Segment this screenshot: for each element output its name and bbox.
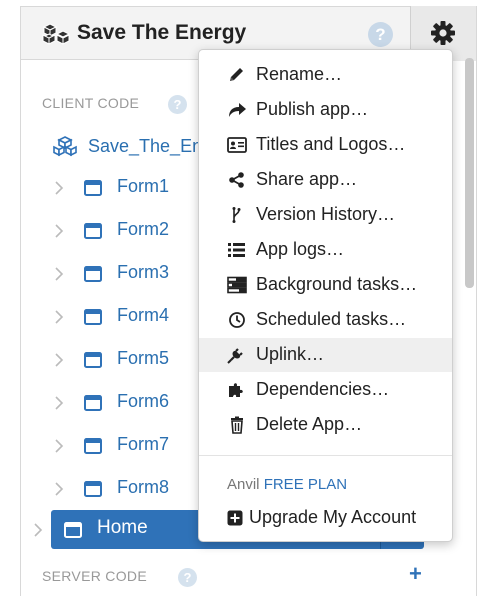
- menu-item-label: Dependencies…: [256, 379, 390, 399]
- app-title: Save The Energy: [77, 21, 247, 44]
- menu-item-label: Rename…: [256, 64, 343, 84]
- menu-item-label: Delete App…: [256, 414, 363, 434]
- form-icon: [64, 522, 82, 538]
- form-icon: [84, 309, 102, 325]
- upgrade-account-item[interactable]: Upgrade My Account: [199, 503, 452, 535]
- chevron-right-icon[interactable]: [54, 310, 64, 324]
- menu-item-label: App logs…: [256, 239, 345, 259]
- menu-item[interactable]: Titles and Logos…: [199, 128, 452, 162]
- puzzle-icon: [227, 381, 247, 399]
- menu-item[interactable]: Background tasks…: [199, 268, 452, 302]
- plan-name[interactable]: FREE PLAN: [264, 476, 347, 493]
- form-icon: [84, 180, 102, 196]
- chevron-right-icon[interactable]: [54, 267, 64, 281]
- app-settings-menu: Rename… Publish app… Titles and Logos… Shar…: [198, 49, 453, 542]
- form-icon: [84, 223, 102, 239]
- menu-item[interactable]: Scheduled tasks…: [199, 303, 452, 337]
- tree-row-label: Form1: [117, 176, 170, 196]
- form-icon: [84, 438, 102, 454]
- tree-row-label: Home: [97, 517, 148, 538]
- share-arrow-icon: [227, 101, 247, 119]
- chevron-right-icon[interactable]: [54, 353, 64, 367]
- tasks-icon: [227, 276, 247, 294]
- tree-row-label: Form4: [117, 305, 170, 325]
- form-icon: [84, 481, 102, 497]
- menu-item[interactable]: Version History…: [199, 198, 452, 232]
- plug-icon: [227, 346, 247, 364]
- chevron-right-icon[interactable]: [54, 224, 64, 238]
- chevron-right-icon[interactable]: [54, 482, 64, 496]
- tree-row-label: Form5: [117, 348, 170, 368]
- plan-info: Anvil FREE PLAN: [227, 476, 347, 493]
- clock-icon: [227, 311, 247, 329]
- menu-item-label: Titles and Logos…: [256, 134, 406, 154]
- share-nodes-icon: [227, 171, 247, 189]
- tree-row-label: Form2: [117, 219, 170, 239]
- help-icon[interactable]: ?: [368, 22, 393, 47]
- chevron-right-icon[interactable]: [54, 181, 64, 195]
- gear-icon: [431, 21, 455, 45]
- menu-item[interactable]: Dependencies…: [199, 373, 452, 407]
- sidebar-scrollbar[interactable]: [465, 58, 474, 288]
- tree-row-label: Form6: [117, 391, 170, 411]
- menu-item[interactable]: Publish app…: [199, 93, 452, 127]
- menu-item-label: Scheduled tasks…: [256, 309, 407, 329]
- client-code-help-icon[interactable]: ?: [168, 95, 187, 114]
- menu-item-label: Publish app…: [256, 99, 369, 119]
- list-icon: [227, 241, 247, 259]
- client-package-label: Save_The_En: [88, 136, 203, 156]
- menu-item-label: Uplink…: [256, 344, 325, 364]
- client-code-heading: CLIENT CODE: [42, 95, 140, 111]
- chevron-right-icon[interactable]: [33, 523, 43, 537]
- menu-item[interactable]: Delete App…: [199, 408, 452, 442]
- menu-item[interactable]: Rename…: [199, 58, 452, 92]
- app-cubes-icon: [42, 23, 70, 45]
- menu-divider: [199, 455, 452, 456]
- add-server-module-button[interactable]: +: [409, 561, 422, 587]
- form-icon: [84, 352, 102, 368]
- server-code-help-icon[interactable]: ?: [178, 568, 197, 587]
- server-code-heading: SERVER CODE: [42, 568, 147, 584]
- chevron-right-icon[interactable]: [54, 439, 64, 453]
- menu-item-label: Version History…: [256, 204, 396, 224]
- menu-item-label: Background tasks…: [256, 274, 418, 294]
- menu-item[interactable]: Uplink…: [199, 338, 452, 372]
- form-icon: [84, 266, 102, 282]
- package-cubes-icon: [53, 136, 77, 157]
- menu-item[interactable]: App logs…: [199, 233, 452, 267]
- menu-item[interactable]: Share app…: [199, 163, 452, 197]
- form-icon: [84, 395, 102, 411]
- chevron-right-icon[interactable]: [54, 396, 64, 410]
- pencil-icon: [227, 66, 247, 84]
- plus-square-icon: [227, 510, 243, 526]
- trash-icon: [227, 416, 247, 434]
- plan-prefix: Anvil: [227, 476, 260, 493]
- tree-row-label: Form7: [117, 434, 170, 454]
- upgrade-label: Upgrade My Account: [249, 507, 417, 527]
- branch-icon: [227, 206, 247, 224]
- id-card-icon: [227, 136, 247, 154]
- menu-item-label: Share app…: [256, 169, 358, 189]
- tree-row-label: Form8: [117, 477, 170, 497]
- tree-row-label: Form3: [117, 262, 170, 282]
